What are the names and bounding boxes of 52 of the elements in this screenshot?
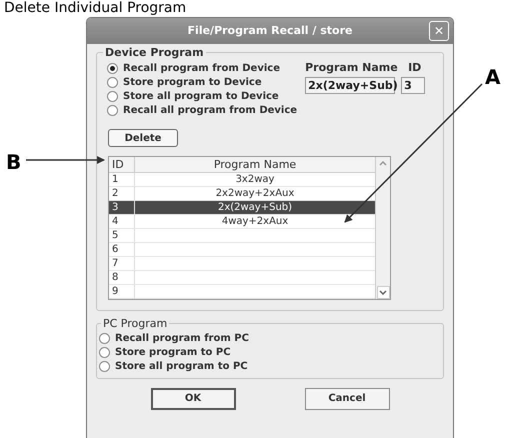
delete-button[interactable]: Delete	[108, 129, 178, 147]
column-header[interactable]: ID	[109, 156, 135, 172]
table-cell: 8	[109, 270, 135, 284]
table-cell: 2	[109, 186, 135, 200]
table-cell: 7	[109, 256, 135, 270]
radio-label: Recall program from PC	[115, 332, 249, 346]
group-legend: Device Program	[103, 45, 206, 62]
radio-button[interactable]	[107, 104, 118, 116]
radio-button[interactable]	[107, 76, 118, 88]
callout-label: B	[6, 149, 22, 176]
table-cell: 4	[109, 214, 135, 228]
radio-button[interactable]	[107, 62, 118, 74]
scrollbar[interactable]	[375, 156, 390, 298]
list-row[interactable]: 9	[109, 284, 375, 298]
cancel-button[interactable]: Cancel	[304, 388, 390, 410]
list-row[interactable]: 8	[109, 270, 375, 284]
radio-label: Store all program to Device	[123, 90, 279, 104]
window-title: File/Program Recall / store	[188, 22, 352, 39]
table-cell: 6	[109, 242, 135, 256]
radio-label: Store program to PC	[115, 346, 231, 360]
list-row[interactable]: 1 3x2way	[109, 172, 375, 186]
program-name-field[interactable]: 2x(2way+Sub)	[305, 77, 396, 94]
radio-button[interactable]	[107, 90, 118, 102]
callout-label: A	[485, 64, 500, 91]
id-field[interactable]: 3	[401, 77, 426, 94]
table-cell-text: 3x2way	[234, 172, 276, 186]
radio-button[interactable]	[99, 333, 110, 344]
radio-button[interactable]	[99, 361, 110, 372]
table-cell: 9	[109, 284, 135, 298]
radio-button[interactable]	[99, 347, 110, 358]
table-cell: 3	[109, 200, 135, 214]
table-cell: 1	[109, 172, 135, 186]
radio-label: Recall program from Device	[123, 62, 280, 76]
radio-label: Recall all program from Device	[123, 104, 298, 118]
table-cell-text: 2x2way+2xAux	[214, 186, 296, 200]
table-cell: 5	[109, 228, 135, 242]
scroll-down-icon[interactable]	[376, 286, 390, 298]
column-header[interactable]: Program Name	[135, 156, 375, 172]
list-row[interactable]: 3 2x(2way+Sub)	[109, 200, 375, 214]
table-cell-text: 2x(2way+Sub)	[216, 200, 294, 214]
list-row[interactable]: 6	[109, 242, 375, 256]
field-label: Program Name	[305, 60, 399, 76]
radio-label: Store all program to PC	[115, 360, 248, 374]
table-cell-text: 4way+2xAux	[220, 214, 290, 228]
list-row[interactable]: 7	[109, 256, 375, 270]
radio-label: Store program to Device	[123, 76, 262, 90]
group-legend: PC Program	[101, 316, 170, 332]
ok-button[interactable]: OK	[150, 388, 236, 410]
list-row[interactable]: 5	[109, 228, 375, 242]
field-label: ID	[408, 60, 422, 76]
page-heading: Delete Individual Program	[4, 0, 186, 16]
list-row[interactable]: 4 4way+2xAux	[109, 214, 375, 228]
